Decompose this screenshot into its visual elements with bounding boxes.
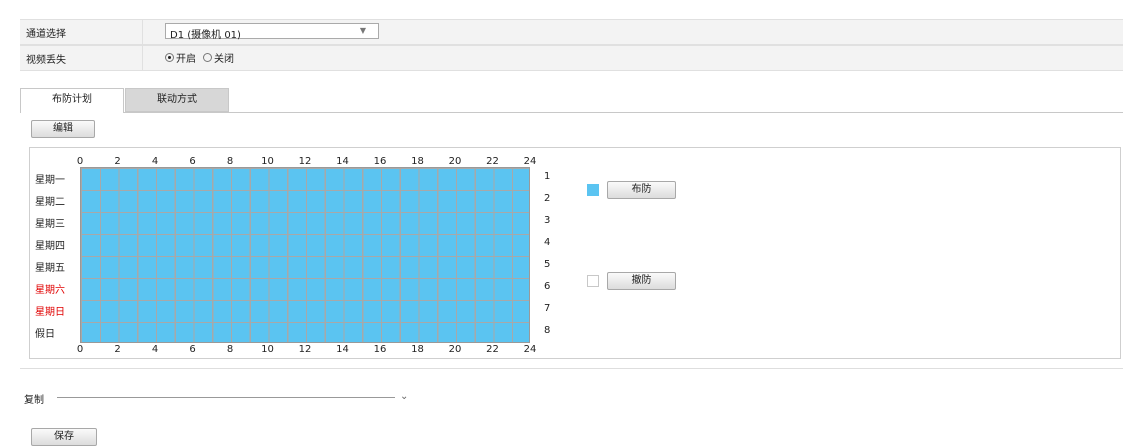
day-label: 假日 <box>35 329 55 340</box>
day-label: 星期一 <box>35 175 65 186</box>
channel-select-row: 通道选择 D1 (摄像机 01) ▼ <box>20 19 1123 45</box>
video-loss-on-radio[interactable] <box>165 53 174 62</box>
row-number: 8 <box>544 325 551 336</box>
hour-tick-top: 4 <box>151 156 159 167</box>
hour-tick-top: 18 <box>411 156 424 167</box>
day-label: 星期日 <box>35 307 65 318</box>
edit-button[interactable]: 编辑 <box>31 120 95 138</box>
tab-arming-schedule[interactable]: 布防计划 <box>20 88 124 113</box>
expand-chevron-icon[interactable]: ⌄ <box>400 391 408 402</box>
day-label: 星期四 <box>35 241 65 252</box>
hour-tick-bottom: 16 <box>373 344 387 355</box>
video-loss-on-label[interactable]: 开启 <box>176 50 196 65</box>
hour-tick-bottom: 18 <box>411 344 424 355</box>
row-number: 7 <box>544 303 551 314</box>
disarm-button[interactable]: 撤防 <box>607 272 676 290</box>
hour-tick-top: 20 <box>448 156 462 167</box>
video-loss-off-label[interactable]: 关闭 <box>214 50 234 65</box>
hour-tick-top: 16 <box>373 156 387 167</box>
hour-tick-bottom: 10 <box>261 344 274 355</box>
day-label: 星期五 <box>35 263 65 274</box>
hour-tick-top: 24 <box>523 156 537 167</box>
hour-tick-top: 6 <box>189 156 196 167</box>
hour-tick-top: 0 <box>76 156 84 167</box>
dropdown-arrow-icon: ▼ <box>359 26 366 35</box>
channel-select[interactable]: D1 (摄像机 01) ▼ <box>165 23 379 41</box>
hour-tick-bottom: 8 <box>226 344 234 355</box>
arm-button[interactable]: 布防 <box>607 181 676 199</box>
save-button[interactable]: 保存 <box>31 428 97 446</box>
video-loss-value-cell: 开启 关闭 <box>142 46 1123 70</box>
day-label: 星期二 <box>35 197 65 208</box>
copy-label: 复制 <box>24 395 44 406</box>
hour-tick-top: 22 <box>486 156 499 167</box>
section-divider <box>20 368 1123 369</box>
hour-tick-bottom: 14 <box>336 344 349 355</box>
hour-tick-bottom: 20 <box>448 344 462 355</box>
video-loss-off-radio[interactable] <box>203 53 212 62</box>
row-number: 2 <box>544 193 551 204</box>
day-label: 星期六 <box>35 285 65 296</box>
video-loss-radio-group: 开启 关闭 <box>165 50 241 65</box>
channel-value-cell: D1 (摄像机 01) ▼ <box>142 20 1123 44</box>
video-loss-row: 视频丢失 开启 关闭 <box>20 45 1123 71</box>
tab-linkage-method[interactable]: 联动方式 <box>125 88 229 112</box>
hour-tick-bottom: 2 <box>114 344 121 355</box>
row-number: 3 <box>544 215 551 226</box>
disarmed-legend-swatch <box>587 275 599 287</box>
tab-divider <box>20 112 1123 113</box>
video-loss-label: 视频丢失 <box>26 55 66 66</box>
top-strip <box>0 0 1123 7</box>
channel-select-value: D1 (摄像机 01) <box>170 30 241 41</box>
copy-divider-line <box>57 397 395 398</box>
hour-tick-top: 12 <box>298 156 312 167</box>
row-number: 5 <box>544 259 551 270</box>
hour-tick-top: 14 <box>336 156 349 167</box>
row-number: 1 <box>544 171 551 182</box>
row-number: 4 <box>544 237 551 248</box>
row-number: 6 <box>544 281 551 292</box>
day-label: 星期三 <box>35 219 65 230</box>
hour-tick-bottom: 24 <box>523 344 537 355</box>
hour-tick-bottom: 0 <box>76 344 84 355</box>
channel-label: 通道选择 <box>26 29 66 40</box>
hour-tick-bottom: 22 <box>486 344 499 355</box>
hour-tick-bottom: 4 <box>151 344 159 355</box>
hour-tick-top: 8 <box>226 156 234 167</box>
armed-legend-swatch <box>587 184 599 196</box>
hour-tick-top: 2 <box>114 156 121 167</box>
hour-tick-bottom: 12 <box>298 344 312 355</box>
hour-tick-bottom: 6 <box>189 344 196 355</box>
schedule-grid[interactable] <box>80 167 530 343</box>
hour-tick-top: 10 <box>261 156 274 167</box>
